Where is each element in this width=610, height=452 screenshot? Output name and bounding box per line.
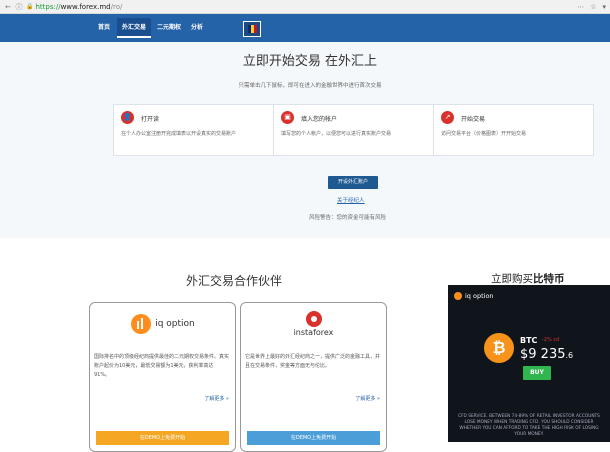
step-description: 在个人办公室注册开完成填表以开设真实的交易账户 <box>121 131 237 137</box>
iq-option-logo-icon <box>131 314 152 334</box>
nav-item-home[interactable]: 首页 <box>98 22 110 31</box>
card-icon: ▣ <box>281 111 294 124</box>
hero-title: 立即开始交易 在外汇上 <box>242 54 378 69</box>
step-start-trading: ↗ 开始交易 访问交易平台（价格图表）开开始交易 <box>434 105 593 155</box>
buy-button[interactable]: BUY <box>523 366 551 380</box>
step-title: 填入您的帐户 <box>301 116 338 123</box>
nav-item-analysis[interactable]: 分析 <box>191 22 203 31</box>
lock-icon: 🔒 <box>26 3 34 10</box>
nav-item-forex[interactable]: 外汇交易 <box>117 18 152 38</box>
open-forex-account-button[interactable]: 开设外汇账户 <box>328 176 378 189</box>
iq-option-logo: iq option <box>90 311 235 337</box>
step-fund-account: ▣ 填入您的帐户 填写您的个人帐户，以便您可以进行真实账户交易 <box>274 105 434 155</box>
btc-price: $9 235.6 <box>520 347 573 362</box>
star-icon[interactable]: ☆ <box>590 3 596 11</box>
iq-option-brand: iq option <box>454 292 494 300</box>
step-description: 访问交易平台（价格图表）开开始交易 <box>441 131 527 137</box>
instaforex-logo: instaforex <box>241 307 386 339</box>
browser-toolbar: ← ⓘ 🔒 https:// www.forex.md /ro/ ⋯ ☆ ▾ <box>0 0 610 14</box>
learn-more-link[interactable]: 了解更多 » <box>355 395 380 402</box>
instaforex-logo-icon <box>305 310 322 327</box>
learn-more-link[interactable]: 了解更多 » <box>204 395 229 402</box>
step-open-account: 👤 打开读 在个人办公室注册开完成填表以开设真实的交易账户 <box>114 105 274 155</box>
address-bar[interactable]: 🔒 https:// www.forex.md /ro/ <box>26 2 577 12</box>
partner-description: 它是世界上最好的外汇经纪商之一，提供广泛的金融工具，并且在交易条件，奖金等方面无… <box>245 354 381 369</box>
step-title: 打开读 <box>141 116 160 123</box>
brand-name: iq option <box>465 292 494 300</box>
risk-warning: 风险警告：您的资金可能有风险 <box>309 215 387 221</box>
btc-price-int: $9 235 <box>520 347 566 362</box>
risk-disclaimer: CFD SERVICE. BETWEEN 74-89% OF RETAIL IN… <box>458 414 600 437</box>
btc-price-dec: .6 <box>565 351 574 360</box>
language-flag-icon[interactable] <box>243 21 261 37</box>
iq-option-logo-text: iq option <box>155 319 195 329</box>
partners-title: 外汇交易合作伙伴 <box>186 274 283 288</box>
start-demo-button[interactable]: 在DEMO上免费开始 <box>96 431 229 445</box>
partner-card-instaforex: instaforex 它是世界上最好的外汇经纪商之一，提供广泛的金融工具，并且在… <box>240 302 387 452</box>
url-scheme: https:// <box>35 2 61 11</box>
iq-option-logo-icon <box>454 292 462 300</box>
partner-description: 国际排名中的顶级经纪商提供最佳的二元期权交易条件。真实账户起价为10美元，最低交… <box>94 354 230 378</box>
buy-title-prefix: 立即购买 <box>491 273 533 285</box>
step-description: 填写您的个人帐户，以便您可以进行真实账户交易 <box>281 131 392 137</box>
start-demo-button[interactable]: 在DEMO上免费开始 <box>247 431 380 445</box>
reader-icon[interactable]: ⋯ <box>577 3 584 11</box>
bitcoin-icon: ₿ <box>484 333 514 363</box>
buy-bitcoin-title: 立即购买比特币 <box>491 271 565 286</box>
info-icon[interactable]: ⓘ <box>15 3 23 11</box>
partner-card-iq-option: iq option 国际排名中的顶级经纪商提供最佳的二元期权交易条件。真实账户起… <box>89 302 236 452</box>
step-title: 开始交易 <box>461 116 486 123</box>
steps-panel: 👤 打开读 在个人办公室注册开完成填表以开设真实的交易账户 ▣ 填入您的帐户 填… <box>113 104 594 156</box>
about-broker-link[interactable]: 关于经纪人 <box>337 196 365 204</box>
main-navigation: 首页 外汇交易 二元期权 分析 <box>0 14 610 42</box>
nav-item-binary-options[interactable]: 二元期权 <box>157 22 181 31</box>
url-path: /ro/ <box>110 2 123 11</box>
menu-icon[interactable]: ▾ <box>602 3 606 11</box>
btc-change: -2% cd <box>542 337 560 343</box>
bitcoin-promo-banner[interactable]: iq option ₿ BTC -2% cd $9 235.6 BUY CFD … <box>448 285 610 442</box>
buy-title-bold: 比特币 <box>533 273 565 285</box>
url-host: www.forex.md <box>60 2 111 11</box>
btc-ticker: BTC <box>520 336 538 345</box>
back-icon[interactable]: ← <box>4 3 12 11</box>
instaforex-logo-text: instaforex <box>293 327 334 337</box>
user-icon: 👤 <box>121 111 134 124</box>
hero-subtitle: 只需单击几下鼠标，即可在进入的金融世界中进行首次交易 <box>238 83 382 89</box>
chart-icon: ↗ <box>441 111 454 124</box>
